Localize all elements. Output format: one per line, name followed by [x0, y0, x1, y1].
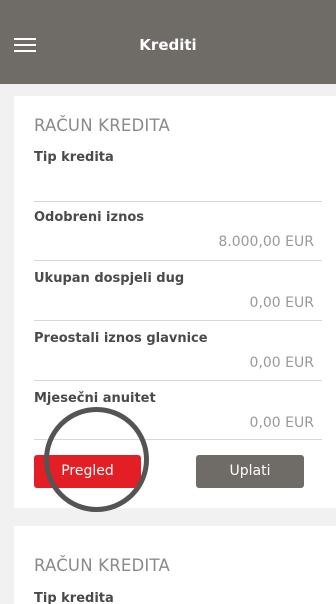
approved-amount-label: Odobreni iznos — [34, 210, 145, 225]
divider — [34, 201, 322, 202]
total-due-debt-label: Ukupan dospjeli dug — [34, 271, 185, 286]
page-title: Krediti — [139, 36, 197, 54]
divider — [34, 439, 322, 440]
loan-account-card: RAČUN KREDITA Tip kredita Odobreni iznos… — [14, 96, 336, 508]
monthly-annuity-label: Mjesečni anuitet — [34, 391, 156, 406]
pregled-button[interactable]: Pregled — [34, 455, 141, 488]
remaining-principal-label: Preostali iznos glavnice — [34, 331, 208, 346]
section-title: RAČUN KREDITA — [34, 556, 170, 575]
uplati-button[interactable]: Uplati — [196, 455, 304, 488]
section-title: RAČUN KREDITA — [34, 116, 170, 135]
divider — [34, 380, 322, 381]
loan-account-card: RAČUN KREDITA Tip kredita — [14, 526, 336, 604]
divider — [34, 260, 322, 261]
remaining-principal-value: 0,00 EUR — [249, 355, 314, 371]
total-due-debt-value: 0,00 EUR — [249, 295, 314, 311]
loan-type-label: Tip kredita — [34, 150, 114, 165]
loan-type-label: Tip kredita — [34, 591, 114, 604]
divider — [34, 320, 322, 321]
app-bar: Krediti — [0, 0, 336, 84]
monthly-annuity-value: 0,00 EUR — [249, 415, 314, 431]
approved-amount-value: 8.000,00 EUR — [218, 234, 314, 250]
